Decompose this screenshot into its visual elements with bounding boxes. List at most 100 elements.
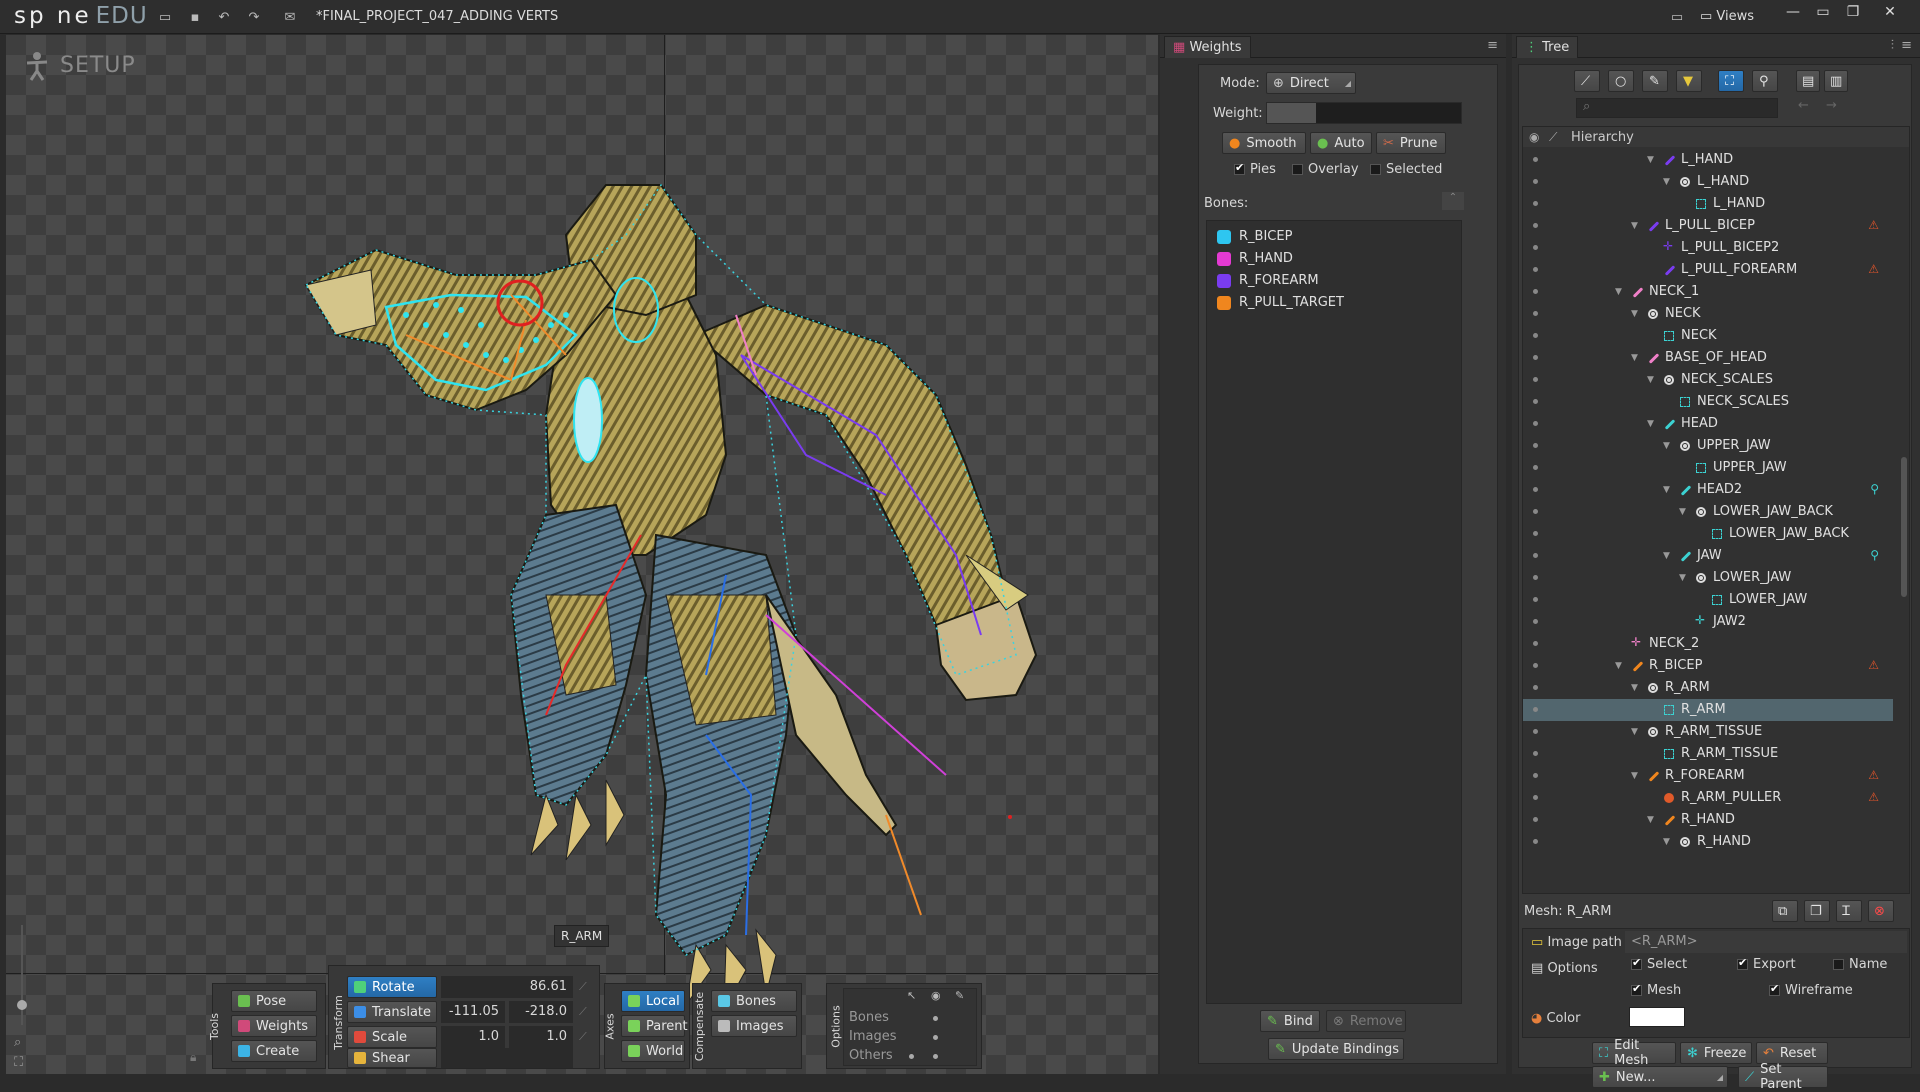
- visibility-dot-icon[interactable]: [1533, 487, 1538, 492]
- tree-row[interactable]: ▼ HEAD2 ⚲: [1523, 479, 1893, 501]
- name-checkbox[interactable]: Name: [1833, 957, 1887, 972]
- tree-row[interactable]: ▼ R_FOREARM ⚠: [1523, 765, 1893, 787]
- tree-row[interactable]: ▼ R_BICEP ⚠: [1523, 655, 1893, 677]
- expand-arrow-icon[interactable]: ▼: [1647, 155, 1657, 165]
- bone-item-r-hand[interactable]: R_HAND: [1217, 251, 1293, 266]
- new-button[interactable]: ✚ New... ◢: [1592, 1066, 1728, 1088]
- tree-row[interactable]: ▼ R_ARM: [1523, 677, 1893, 699]
- scale-link-icon[interactable]: ⟋: [579, 1030, 587, 1044]
- others-select-toggle[interactable]: [909, 1054, 914, 1059]
- search-next-icon[interactable]: →: [1826, 98, 1837, 113]
- tree-row[interactable]: ▼ L_HAND: [1523, 171, 1893, 193]
- tree-row[interactable]: ▼ BASE_OF_HEAD: [1523, 347, 1893, 369]
- zoom-icon[interactable]: ⌕: [14, 1035, 21, 1050]
- tree-row[interactable]: R_ARM_TISSUE: [1523, 743, 1893, 765]
- bind-button[interactable]: ✎ Bind: [1260, 1010, 1320, 1032]
- export-icon[interactable]: ✉: [281, 8, 299, 26]
- visibility-dot-icon[interactable]: [1533, 663, 1538, 668]
- images-visible-toggle[interactable]: [933, 1035, 938, 1040]
- filter-attachments-icon[interactable]: ✎: [1642, 70, 1668, 92]
- fit-view-icon[interactable]: ⛶: [14, 1055, 23, 1070]
- scale-y-field[interactable]: 1.0: [509, 1026, 573, 1048]
- tree-row[interactable]: ▼ NECK_SCALES: [1523, 369, 1893, 391]
- visibility-dot-icon[interactable]: [1533, 729, 1538, 734]
- visibility-dot-icon[interactable]: [1533, 597, 1538, 602]
- tree-row[interactable]: ▼ L_PULL_BICEP ⚠: [1523, 215, 1893, 237]
- tree-row[interactable]: L_HAND: [1523, 193, 1893, 215]
- visibility-dot-icon[interactable]: [1533, 575, 1538, 580]
- axes-world-button[interactable]: World: [621, 1040, 685, 1062]
- expand-arrow-icon[interactable]: ▼: [1663, 177, 1673, 187]
- filter-paths-icon[interactable]: ⚲: [1752, 70, 1778, 92]
- wireframe-checkbox[interactable]: Wireframe: [1769, 982, 1853, 998]
- visibility-dot-icon[interactable]: [1533, 311, 1538, 316]
- visibility-dot-icon[interactable]: [1533, 157, 1538, 162]
- tree-row[interactable]: L_PULL_BICEP2: [1523, 237, 1893, 259]
- tree-row[interactable]: NECK_2: [1523, 633, 1893, 655]
- expand-arrow-icon[interactable]: ▼: [1663, 485, 1673, 495]
- expand-arrow-icon[interactable]: ▼: [1679, 507, 1689, 517]
- visibility-dot-icon[interactable]: [1533, 509, 1538, 514]
- visibility-dot-icon[interactable]: [1533, 553, 1538, 558]
- visibility-dot-icon[interactable]: [1533, 817, 1538, 822]
- tree-row[interactable]: R_ARM: [1523, 699, 1893, 721]
- visibility-dot-icon[interactable]: [1533, 685, 1538, 690]
- redo-icon[interactable]: ↷: [245, 8, 263, 26]
- smooth-button[interactable]: ● Smooth: [1222, 132, 1306, 154]
- visibility-dot-icon[interactable]: [1533, 289, 1538, 294]
- expand-arrow-icon[interactable]: ▼: [1663, 837, 1673, 847]
- tree-row[interactable]: R_ARM_PULLER ⚠: [1523, 787, 1893, 809]
- visibility-dot-icon[interactable]: [1533, 707, 1538, 712]
- tree-row[interactable]: ▼ R_HAND: [1523, 809, 1893, 831]
- scale-x-field[interactable]: 1.0: [441, 1026, 505, 1048]
- mesh-duplicate-icon[interactable]: ⧉: [1772, 900, 1798, 922]
- rotate-tool-button[interactable]: Rotate: [347, 976, 437, 998]
- tree-scrollbar[interactable]: [1901, 457, 1907, 597]
- restore-icon[interactable]: ▭: [1808, 4, 1838, 24]
- mesh-checkbox[interactable]: Mesh: [1631, 982, 1681, 998]
- tree-row[interactable]: ▼ LOWER_JAW: [1523, 567, 1893, 589]
- filter-bones-icon[interactable]: ⟋: [1574, 70, 1600, 92]
- pies-checkbox[interactable]: Pies: [1234, 161, 1276, 177]
- tree-row[interactable]: ▼ NECK: [1523, 303, 1893, 325]
- tree-row[interactable]: LOWER_JAW_BACK: [1523, 523, 1893, 545]
- expand-arrow-icon[interactable]: ▼: [1647, 419, 1657, 429]
- expand-arrow-icon[interactable]: ▼: [1647, 375, 1657, 385]
- expand-arrow-icon[interactable]: ▼: [1631, 221, 1641, 231]
- expand-arrow-icon[interactable]: ▼: [1663, 551, 1673, 561]
- filter-mesh-icon[interactable]: ⛶: [1718, 70, 1744, 92]
- update-bindings-button[interactable]: ✎ Update Bindings: [1268, 1038, 1404, 1060]
- tab-weights[interactable]: ▦ Weights: [1164, 36, 1251, 58]
- others-visible-toggle[interactable]: [933, 1054, 938, 1059]
- select-checkbox[interactable]: Select: [1631, 956, 1687, 972]
- auto-button[interactable]: ● Auto: [1310, 132, 1372, 154]
- tree-row[interactable]: UPPER_JAW: [1523, 457, 1893, 479]
- mesh-delete-icon[interactable]: ⊗: [1868, 900, 1894, 922]
- scale-tool-button[interactable]: Scale: [347, 1026, 437, 1048]
- set-parent-button[interactable]: ⟋ Set Parent: [1738, 1062, 1828, 1092]
- tree-row[interactable]: ▼ L_HAND: [1523, 149, 1893, 171]
- visibility-dot-icon[interactable]: [1533, 421, 1538, 426]
- expand-arrow-icon[interactable]: ▼: [1615, 661, 1625, 671]
- mode-select[interactable]: ⊕ Direct ◢: [1266, 72, 1356, 94]
- visibility-dot-icon[interactable]: [1533, 795, 1538, 800]
- edit-mesh-button[interactable]: ⛶ Edit Mesh: [1592, 1038, 1676, 1068]
- mesh-copy-icon[interactable]: ❐: [1804, 900, 1830, 922]
- expand-arrow-icon[interactable]: ▼: [1631, 771, 1641, 781]
- collapse-all-icon[interactable]: ▥: [1824, 70, 1848, 92]
- expand-arrow-icon[interactable]: ▼: [1631, 309, 1641, 319]
- save-icon[interactable]: ▪: [186, 8, 204, 26]
- bone-item-r-bicep[interactable]: R_BICEP: [1217, 229, 1292, 244]
- visibility-dot-icon[interactable]: [1533, 179, 1538, 184]
- translate-link-icon[interactable]: ⟋: [579, 1005, 587, 1019]
- filter-slots-icon[interactable]: ○: [1608, 70, 1634, 92]
- export-checkbox[interactable]: Export: [1737, 956, 1796, 972]
- filter-constraints-icon[interactable]: ▼: [1676, 70, 1702, 92]
- layout-icon[interactable]: ▭: [1668, 8, 1686, 26]
- tree-row[interactable]: NECK_SCALES: [1523, 391, 1893, 413]
- tree-row[interactable]: ▼ HEAD: [1523, 413, 1893, 435]
- compensate-images-button[interactable]: Images: [711, 1015, 797, 1037]
- pose-tool-button[interactable]: Pose: [231, 990, 317, 1012]
- visibility-dot-icon[interactable]: [1533, 355, 1538, 360]
- visibility-dot-icon[interactable]: [1533, 333, 1538, 338]
